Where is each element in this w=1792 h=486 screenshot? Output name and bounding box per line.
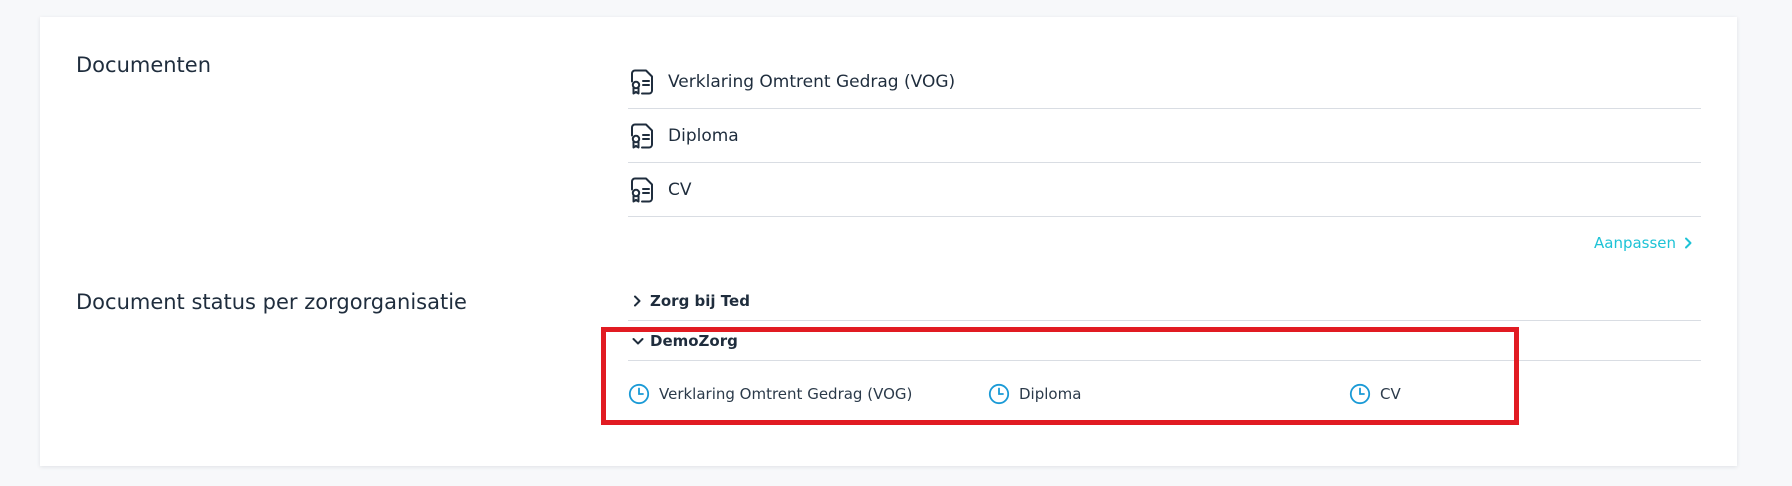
status-item-cv: CV — [1349, 383, 1401, 405]
document-label: Diploma — [668, 125, 739, 146]
status-section-title: Document status per zorgorganisatie — [76, 290, 467, 314]
document-item-vog[interactable]: Verklaring Omtrent Gedrag (VOG) — [628, 55, 1701, 109]
organisation-list: Zorg bij Ted DemoZorg Verklaring Omtrent… — [628, 281, 1701, 427]
document-icon — [630, 176, 656, 204]
status-item-vog: Verklaring Omtrent Gedrag (VOG) — [628, 383, 912, 405]
organisation-row-zorg-bij-ted[interactable]: Zorg bij Ted — [628, 281, 1701, 321]
chevron-right-icon — [632, 295, 646, 307]
status-document-label: Verklaring Omtrent Gedrag (VOG) — [659, 385, 913, 403]
documents-section-title: Documenten — [76, 53, 212, 77]
organisation-row-demozorg[interactable]: DemoZorg — [628, 321, 1701, 361]
document-icon — [630, 68, 656, 96]
chevron-right-icon — [1684, 237, 1692, 249]
status-document-label: CV — [1380, 385, 1401, 403]
document-status-row: Verklaring Omtrent Gedrag (VOG) Diploma … — [628, 361, 1701, 427]
edit-link-label: Aanpassen — [1594, 234, 1677, 252]
clock-icon — [988, 383, 1010, 405]
document-list: Verklaring Omtrent Gedrag (VOG) Diploma … — [628, 55, 1701, 217]
document-icon — [630, 122, 656, 150]
edit-documents-link[interactable]: Aanpassen — [1594, 234, 1692, 252]
status-document-label: Diploma — [1019, 385, 1082, 403]
document-item-cv[interactable]: CV — [628, 163, 1701, 217]
organisation-name: Zorg bij Ted — [650, 291, 750, 310]
organisation-name: DemoZorg — [650, 331, 738, 350]
chevron-down-icon — [632, 336, 646, 346]
document-label: Verklaring Omtrent Gedrag (VOG) — [668, 71, 956, 92]
clock-icon — [628, 383, 650, 405]
document-item-diploma[interactable]: Diploma — [628, 109, 1701, 163]
document-label: CV — [668, 179, 692, 200]
clock-icon — [1349, 383, 1371, 405]
status-item-diploma: Diploma — [988, 383, 1081, 405]
